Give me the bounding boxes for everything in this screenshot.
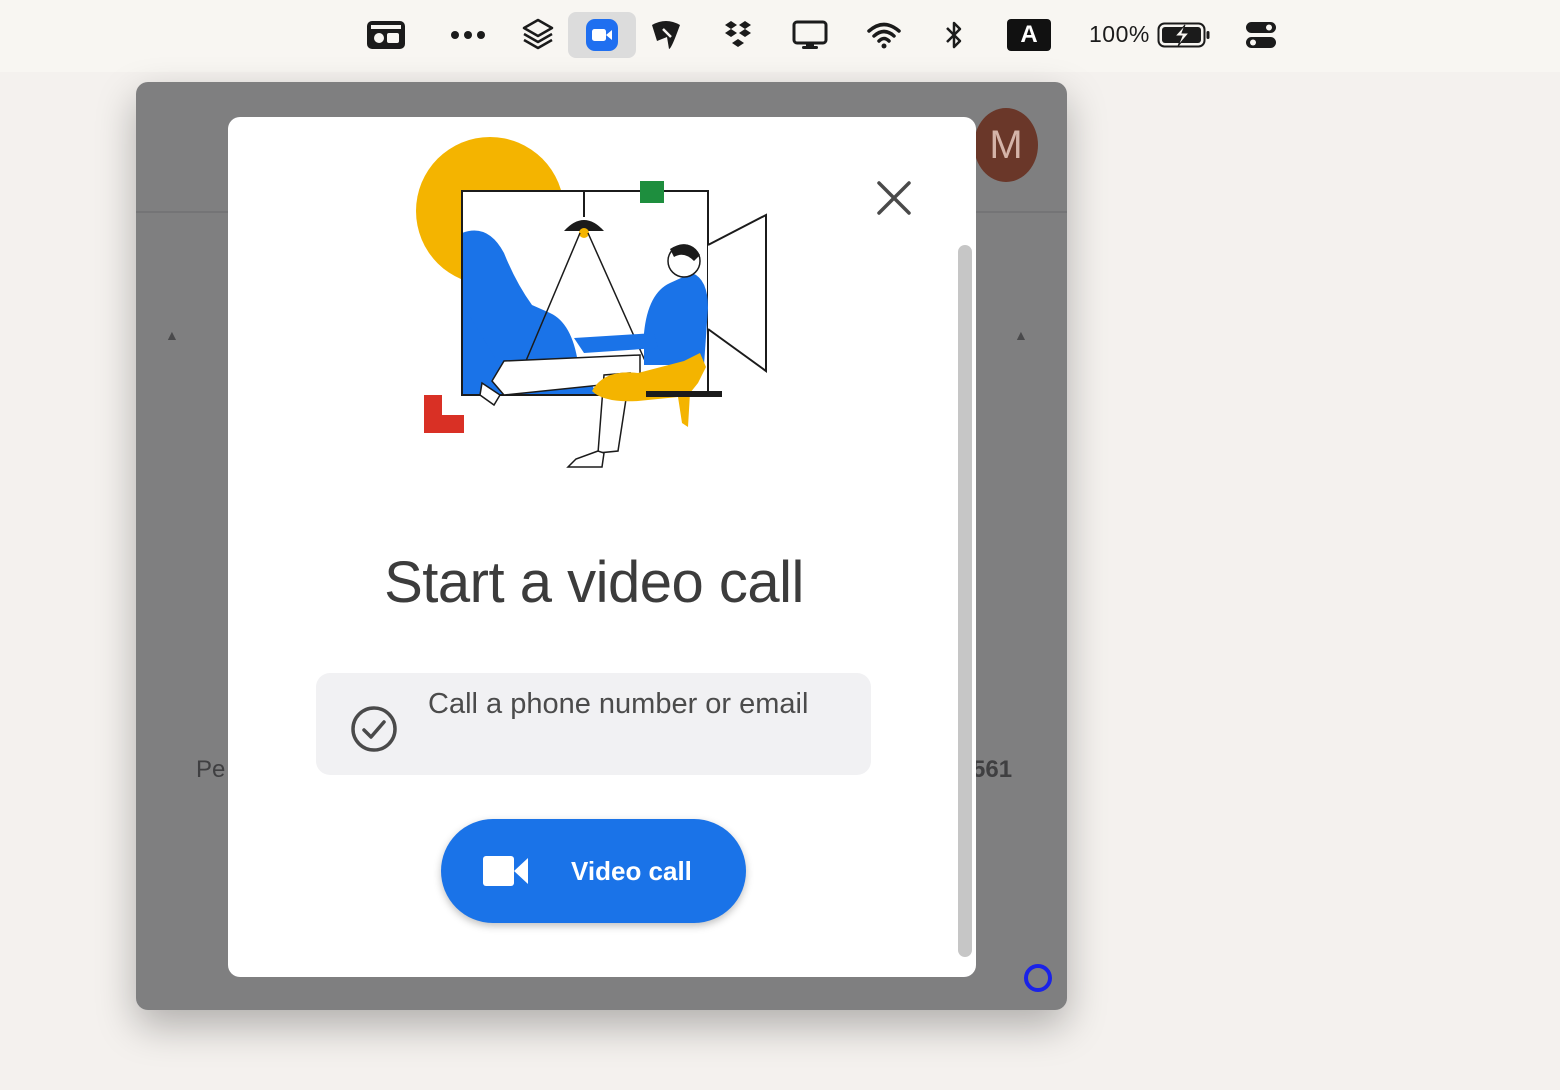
screen-recorder-icon[interactable] (362, 12, 410, 58)
call-phone-or-email-option[interactable]: Call a phone number or email (316, 673, 871, 775)
keyboard-input-letter: A (1007, 19, 1051, 51)
background-arrow-left: ▲ (165, 327, 179, 343)
video-call-app-icon[interactable] (568, 12, 636, 58)
option-label: Call a phone number or email (428, 688, 809, 720)
layers-icon[interactable] (516, 12, 560, 58)
battery-percent: 100% (1089, 21, 1150, 47)
background-arrow-right: ▲ (1014, 327, 1028, 343)
app-window: M ▲ ▲ Pe 561 Start a video call Call a p… (136, 82, 1067, 1010)
cursor-indicator (1024, 964, 1052, 992)
bluetooth-icon[interactable] (936, 12, 972, 58)
dialog-title: Start a video call (384, 550, 804, 615)
wifi-icon[interactable] (862, 12, 906, 58)
more-dots-icon[interactable] (444, 12, 492, 58)
close-icon (877, 181, 911, 215)
video-camera-icon (483, 856, 528, 886)
video-call-button[interactable]: Video call (441, 819, 746, 923)
display-icon[interactable] (786, 12, 834, 58)
background-text-left: Pe (196, 756, 226, 783)
scrollbar-thumb[interactable] (958, 245, 972, 957)
stylus-icon[interactable] (644, 12, 688, 58)
check-circle-icon (351, 706, 397, 752)
video-call-dialog: Start a video call Call a phone number o… (228, 117, 976, 977)
close-button[interactable] (868, 172, 920, 224)
avatar[interactable]: M (974, 108, 1038, 182)
menu-bar: A 100% (0, 0, 1560, 72)
background-text-right: 561 (972, 756, 1013, 783)
video-call-illustration (416, 137, 767, 468)
control-center-icon[interactable] (1240, 12, 1282, 58)
video-call-button-label: Video call (571, 855, 692, 886)
battery-charging-icon[interactable] (1156, 12, 1212, 58)
keyboard-input-icon[interactable]: A (1006, 12, 1052, 58)
dropbox-icon[interactable] (716, 12, 760, 58)
